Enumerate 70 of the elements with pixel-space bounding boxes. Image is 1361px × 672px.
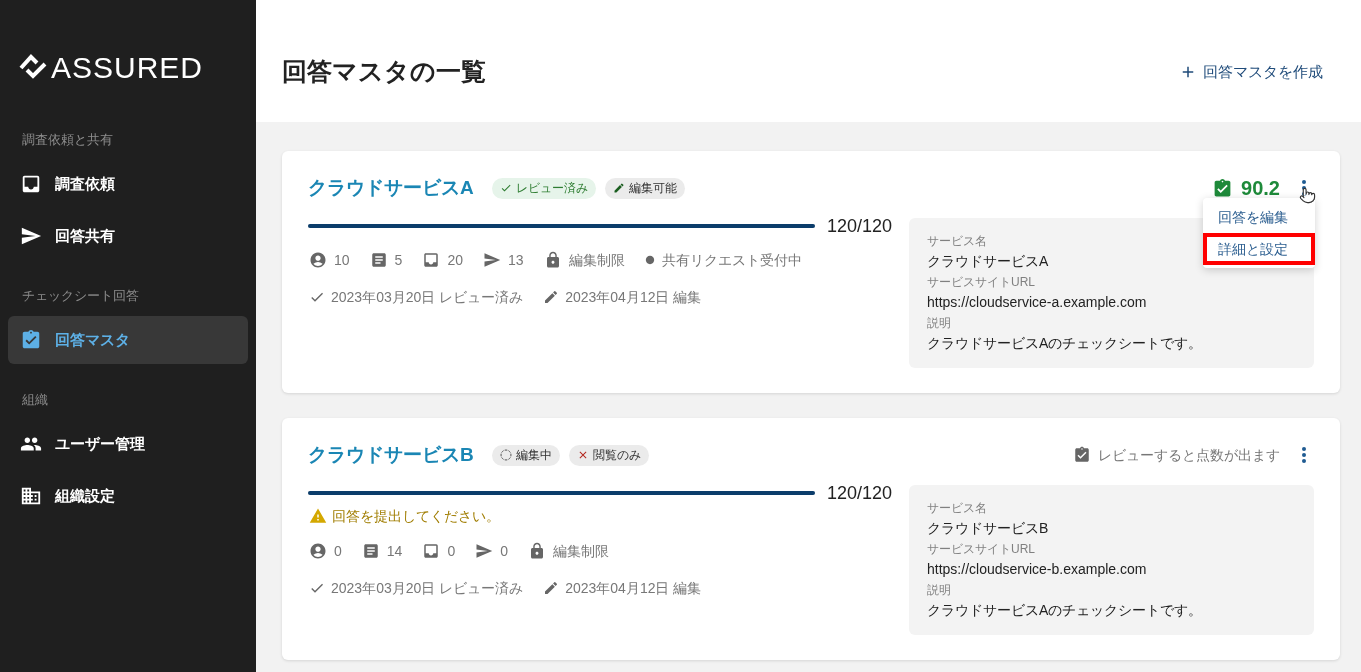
field-value: クラウドサービスB	[927, 519, 1049, 538]
warning-text: 回答を提出してください。	[332, 506, 500, 526]
score-value: 90.2	[1241, 176, 1280, 201]
send-icon	[20, 225, 42, 247]
check-icon	[499, 182, 512, 194]
field-value: https://cloudservice-a.example.com	[927, 293, 1147, 312]
stat-text: 編集制限	[552, 541, 609, 561]
inbox-icon	[422, 542, 441, 560]
sidebar-item[interactable]: 回答マスタ	[8, 316, 248, 364]
field-label: 説明	[927, 315, 951, 332]
sidebar-item[interactable]: 組織設定	[8, 472, 248, 520]
menu-item[interactable]: 回答を編集	[1203, 201, 1315, 233]
building-icon	[20, 485, 42, 507]
progress-reading: 120/120	[826, 214, 892, 238]
section-heading: チェックシート回答	[22, 287, 139, 305]
clipboard-check-icon	[20, 329, 42, 351]
stat-text: 編集制限	[568, 250, 625, 270]
section-heading: 組織	[22, 391, 48, 409]
menu-item[interactable]: 詳細と設定	[1203, 233, 1315, 265]
field-label: サービスサイトURL	[927, 274, 1035, 291]
sidebar-item[interactable]: 回答共有	[8, 212, 248, 260]
date-text: 2023年04月12日 編集	[565, 287, 702, 307]
inbox-icon	[20, 173, 42, 195]
sidebar-item[interactable]: ユーザー管理	[8, 420, 248, 468]
field-value: クラウドサービスAのチェックシートです。	[927, 334, 1203, 353]
dashed-circle-icon	[499, 449, 512, 461]
sidebar-item[interactable]: 調査依頼	[8, 160, 248, 208]
stat-text: 0	[447, 541, 456, 561]
date-text: 2023年03月20日 レビュー済み	[331, 578, 524, 598]
stat-text: 14	[386, 541, 403, 561]
document-icon	[369, 251, 388, 269]
stat-text: 0	[334, 541, 342, 561]
stat-text: 5	[394, 250, 403, 270]
stat-text: 20	[447, 250, 463, 270]
field-value: クラウドサービスA	[927, 252, 1049, 271]
logo-mark-icon	[18, 53, 48, 81]
create-button[interactable]: 回答マスタを作成	[1179, 60, 1323, 84]
score-note: レビューすると点数が出ます	[1098, 445, 1280, 465]
section-heading: 調査依頼と共有	[22, 131, 113, 149]
card-title[interactable]: クラウドサービスB	[308, 440, 474, 470]
date-text: 2023年03月20日 レビュー済み	[331, 287, 524, 307]
tag-label: レビュー済み	[515, 180, 588, 197]
field-value: クラウドサービスAのチェックシートです。	[927, 601, 1203, 620]
field-label: サービス名	[927, 500, 987, 517]
progress-reading: 120/120	[826, 481, 892, 505]
field-value: https://cloudservice-b.example.com	[927, 560, 1147, 579]
more-vertical-icon	[1302, 447, 1306, 463]
tag-label: 閲覧のみ	[592, 447, 641, 464]
warning-icon	[309, 507, 327, 525]
logo-text: ASSURED	[51, 53, 204, 83]
stat-text: 13	[507, 250, 524, 270]
pencil-icon	[543, 289, 560, 305]
send-icon	[482, 251, 501, 269]
stat-text: 共有リクエスト受付中	[661, 250, 802, 270]
stat-text: 10	[334, 250, 350, 270]
page-title: 回答マスタの一覧	[282, 56, 486, 88]
card-title[interactable]: クラウドサービスA	[308, 173, 474, 203]
pencil-icon	[612, 182, 625, 194]
pencil-icon	[543, 580, 560, 596]
document-icon	[361, 542, 380, 560]
date-text: 2023年04月12日 編集	[565, 578, 702, 598]
send-icon	[475, 542, 494, 560]
field-label: 説明	[927, 582, 951, 599]
field-label: サービスサイトURL	[927, 541, 1035, 558]
tag-label: 編集可能	[628, 180, 677, 197]
stat-text: 0	[500, 541, 508, 561]
tag-label: 編集中	[515, 447, 552, 464]
inbox-icon	[422, 251, 441, 269]
field-label: サービス名	[927, 233, 987, 250]
clipboard-check-icon	[1073, 446, 1091, 464]
